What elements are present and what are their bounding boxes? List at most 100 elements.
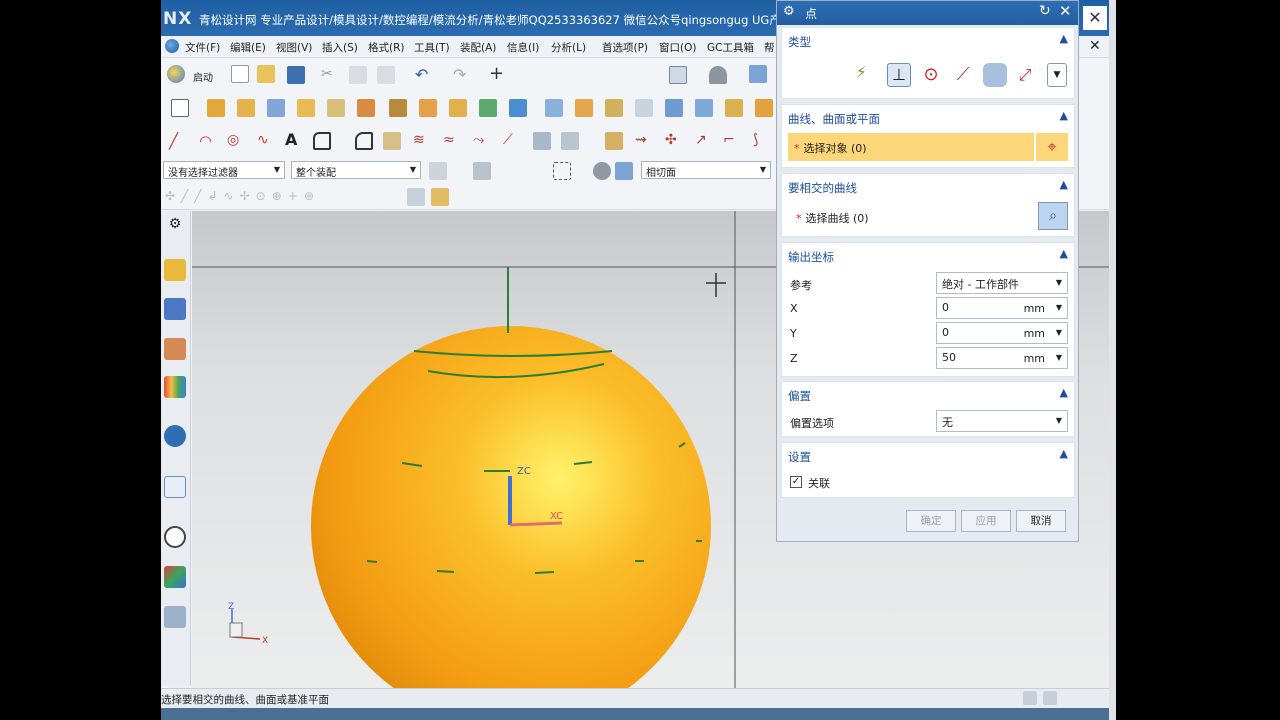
settings-gear-icon[interactable]: ⚙ xyxy=(164,213,186,235)
face-blend-icon[interactable] xyxy=(545,99,563,117)
arc-center-icon[interactable]: ⊙ xyxy=(919,63,943,87)
extract-curve-icon[interactable]: ⇝ xyxy=(635,132,653,150)
associative-checkbox[interactable]: ✓ xyxy=(790,476,802,488)
split-curve-icon[interactable]: ⟋ xyxy=(503,132,521,150)
curve-surface-header[interactable]: 曲线、曲面或平面 xyxy=(788,111,880,127)
type-dropdown-icon[interactable]: ▼ xyxy=(1047,63,1067,87)
type-group-header[interactable]: 类型 xyxy=(788,34,811,50)
redo-icon[interactable]: ↷ xyxy=(453,65,471,84)
y-input[interactable]: 0 mm ▼ xyxy=(936,322,1068,344)
pad-icon[interactable] xyxy=(357,99,375,117)
join-curve-icon[interactable]: ⤳ xyxy=(473,132,491,150)
extrude-icon[interactable] xyxy=(207,99,225,117)
hole-icon[interactable] xyxy=(267,99,285,117)
point-on-face-icon[interactable] xyxy=(983,63,1007,87)
offset-face-icon[interactable] xyxy=(695,99,713,117)
menu-analysis[interactable]: 分析(L) xyxy=(551,40,586,55)
open-folder-icon[interactable] xyxy=(257,65,275,83)
selection-scope-icon[interactable] xyxy=(429,162,447,180)
process-studio-icon[interactable] xyxy=(164,606,186,628)
chevron-down-icon[interactable]: ▼ xyxy=(1056,303,1062,312)
intersect-curve-header[interactable]: 要相交的曲线 xyxy=(788,180,857,196)
menu-view[interactable]: 视图(V) xyxy=(276,40,312,55)
between-points-icon[interactable]: ⤢ xyxy=(1013,63,1037,87)
arc-icon[interactable]: ◠ xyxy=(199,132,217,150)
revolve-icon[interactable] xyxy=(237,99,255,117)
shell-icon[interactable] xyxy=(635,99,653,117)
circle-icon[interactable]: ◎ xyxy=(227,132,245,150)
constraint-navigator-icon[interactable] xyxy=(164,298,186,320)
edge-blend-icon[interactable] xyxy=(575,99,593,117)
collapse-icon[interactable]: ▲ xyxy=(1060,247,1068,260)
mesh-icon[interactable] xyxy=(561,132,579,150)
mirror-icon[interactable] xyxy=(755,99,773,117)
new-file-icon[interactable] xyxy=(231,65,249,83)
settings-header[interactable]: 设置 xyxy=(788,449,811,465)
status-icon-a[interactable] xyxy=(1023,691,1037,705)
menu-help[interactable]: 帮 xyxy=(764,40,775,55)
reference-select[interactable]: 绝对 - 工作部件 ▼ xyxy=(936,272,1068,294)
assembly-navigator-icon[interactable] xyxy=(164,259,186,281)
x-input[interactable]: 0 mm ▼ xyxy=(936,297,1068,319)
part-navigator-icon[interactable] xyxy=(164,338,186,360)
trim-body-icon[interactable] xyxy=(479,99,497,117)
start-label[interactable]: 启动 xyxy=(193,69,213,84)
dialog-close-icon[interactable]: ✕ xyxy=(1059,2,1072,20)
view-cube-icon[interactable] xyxy=(749,65,767,83)
start-icon[interactable] xyxy=(167,65,185,83)
spline-icon[interactable]: ∿ xyxy=(257,132,275,150)
draft-icon[interactable] xyxy=(665,99,683,117)
point-set-icon[interactable] xyxy=(605,132,623,150)
status-icon-b[interactable] xyxy=(1043,691,1057,705)
ok-button[interactable]: 确定 xyxy=(906,510,956,532)
project-curve-icon[interactable] xyxy=(355,132,373,150)
chevron-down-icon[interactable]: ▼ xyxy=(1056,328,1062,337)
copy-icon[interactable] xyxy=(349,66,367,84)
clock-icon[interactable] xyxy=(164,526,186,548)
snap-settings-icon[interactable] xyxy=(431,188,449,206)
paste-icon[interactable] xyxy=(377,66,395,84)
menu-close-icon[interactable]: ✕ xyxy=(1089,38,1101,54)
unite-icon[interactable] xyxy=(419,99,437,117)
text-icon[interactable]: A xyxy=(285,130,303,149)
subtract-icon[interactable] xyxy=(449,99,467,117)
cancel-button[interactable]: 取消 xyxy=(1016,510,1066,532)
menu-edit[interactable]: 编辑(E) xyxy=(230,40,266,55)
pattern-icon[interactable] xyxy=(389,99,407,117)
datum-plane-icon[interactable] xyxy=(509,99,527,117)
divide-curve-icon[interactable]: ↗ xyxy=(695,132,713,150)
collapse-icon[interactable]: ▲ xyxy=(1060,178,1068,191)
web-browser-icon[interactable] xyxy=(164,425,186,447)
history-palette-icon[interactable] xyxy=(164,476,186,498)
chamfer-icon[interactable] xyxy=(605,99,623,117)
z-input[interactable]: 50 mm ▼ xyxy=(936,347,1068,369)
filter-select[interactable]: 没有选择过滤器 ▼ xyxy=(163,161,285,179)
face-rule-select[interactable]: 相切面 ▼ xyxy=(641,161,771,179)
render-style-icon[interactable] xyxy=(709,66,727,84)
output-coords-header[interactable]: 输出坐标 xyxy=(788,249,834,265)
body-select-icon[interactable] xyxy=(593,162,611,180)
fillet-curve-icon[interactable]: ⌐ xyxy=(723,132,741,150)
replace-face-icon[interactable] xyxy=(725,99,743,117)
menu-window[interactable]: 窗口(O) xyxy=(659,40,696,55)
curve-analysis-icon[interactable] xyxy=(533,132,551,150)
offset-option-select[interactable]: 无 ▼ xyxy=(936,410,1068,432)
offset-curve-icon[interactable] xyxy=(313,132,331,150)
isoparametric-icon[interactable]: ≋ xyxy=(413,132,431,150)
dialog-gear-icon[interactable]: ⚙ xyxy=(783,4,795,19)
reuse-library-icon[interactable] xyxy=(164,376,186,398)
offset-header[interactable]: 偏置 xyxy=(788,388,811,404)
collapse-icon[interactable]: ▲ xyxy=(1060,447,1068,460)
menu-assembly[interactable]: 装配(A) xyxy=(460,40,496,55)
menu-info[interactable]: 信息(I) xyxy=(507,40,539,55)
line-icon[interactable]: ╱ xyxy=(169,132,187,150)
save-icon[interactable] xyxy=(287,66,305,84)
intersection-point-icon[interactable]: ⊥ xyxy=(887,63,911,87)
select-object-row[interactable]: * 选择对象 (0) xyxy=(788,133,1034,161)
menu-tools[interactable]: 工具(T) xyxy=(414,40,450,55)
apply-button[interactable]: 应用 xyxy=(961,510,1011,532)
menu-insert[interactable]: 插入(S) xyxy=(322,40,358,55)
trim-curve-icon[interactable]: ✣ xyxy=(665,132,683,150)
menu-gc-toolbox[interactable]: GC工具箱 xyxy=(707,40,754,55)
chevron-down-icon[interactable]: ▼ xyxy=(1056,353,1062,362)
